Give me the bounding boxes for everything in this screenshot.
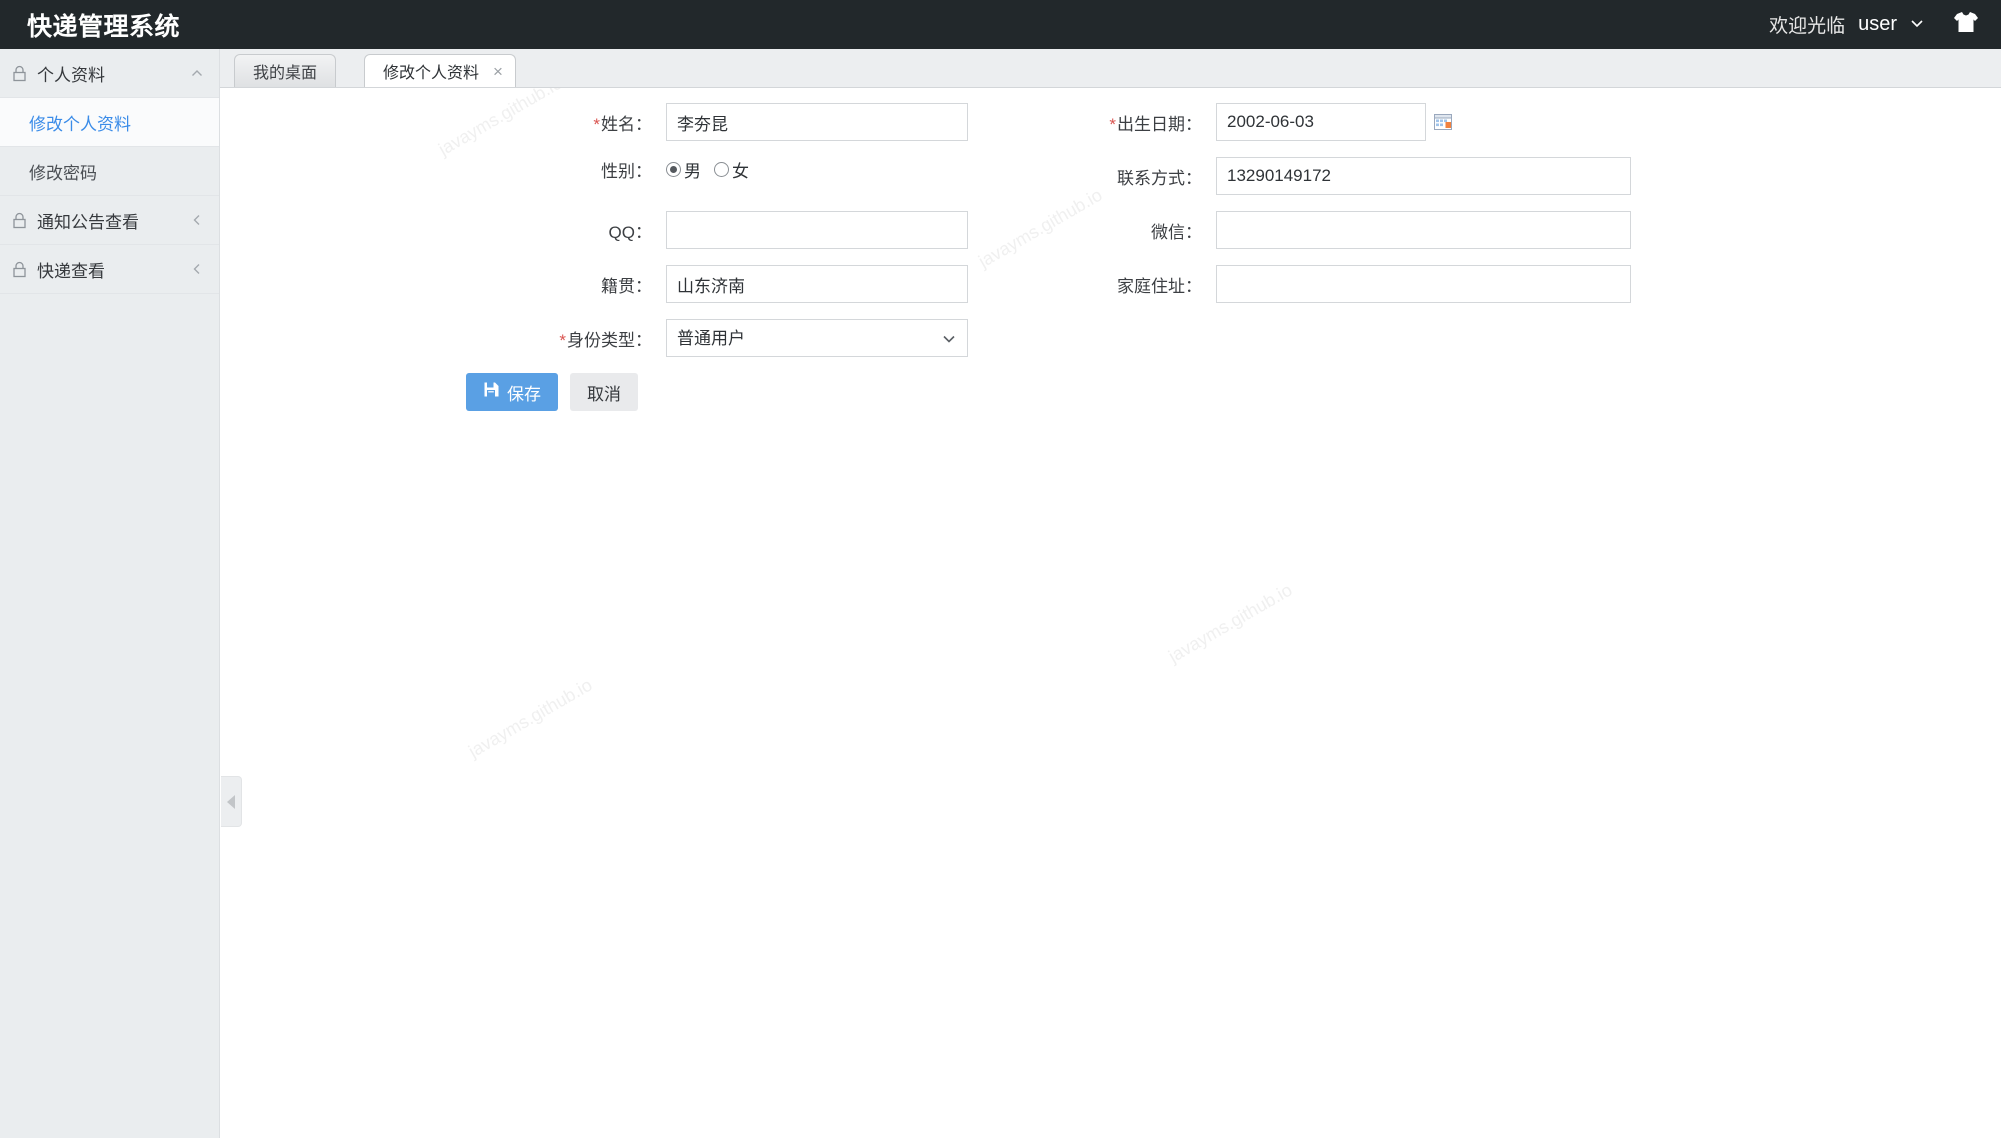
watermark: javayms.github.io [465, 674, 596, 762]
app-brand-title: 快递管理系统 [27, 12, 181, 41]
tab-label: 我的桌面 [253, 65, 318, 82]
hometown-input[interactable] [666, 265, 968, 303]
gender-option-female[interactable]: 女 [714, 157, 749, 182]
top-header-bar: 快递管理系统 欢迎光临 user [0, 0, 2001, 49]
main-content-panel: javayms.github.io javayms.github.io java… [221, 88, 2001, 1138]
welcome-text: 欢迎光临 [1769, 16, 1846, 37]
field-label-gender: 性别： [601, 162, 652, 181]
cancel-button[interactable]: 取消 [570, 373, 638, 411]
tab-bar: 我的桌面 修改个人资料 × [220, 49, 2001, 88]
field-label-address: 家庭住址： [1117, 276, 1202, 296]
gender-option-label: 女 [732, 162, 749, 181]
phone-input[interactable] [1216, 157, 1631, 195]
save-button-label: 保存 [507, 384, 541, 404]
sidebar-group-label: 快递查看 [37, 261, 105, 281]
radio-icon[interactable] [714, 162, 729, 177]
save-button[interactable]: 保存 [466, 373, 558, 411]
user-name-label[interactable]: user [1858, 13, 1897, 36]
sidebar-item-label: 修改密码 [29, 163, 97, 183]
address-input[interactable] [1216, 265, 1631, 303]
radio-icon[interactable] [666, 162, 681, 177]
field-row-gender: 性别： 男 女 [466, 157, 758, 182]
form-actions: 保存 取消 [466, 373, 638, 411]
gender-radio-group: 男 女 [666, 157, 758, 182]
sidebar-collapse-handle[interactable] [221, 776, 242, 827]
field-label-birthday: *出生日期： [1016, 110, 1216, 135]
label-text: 身份类型： [567, 330, 652, 350]
field-row-identity-type: *身份类型： 普通用户 [466, 319, 968, 357]
field-label-hometown: 籍贯： [601, 276, 652, 296]
lock-icon [11, 212, 28, 229]
birthday-field-wrap [1216, 103, 1452, 141]
close-icon[interactable]: × [493, 63, 503, 80]
lock-icon [11, 65, 28, 82]
wechat-input[interactable] [1216, 211, 1631, 249]
field-row-phone: 联系方式： [1016, 157, 1631, 195]
field-row-name: *姓名： [466, 103, 968, 141]
chevron-down-icon[interactable] [1910, 16, 1924, 30]
shirt-icon[interactable] [1953, 11, 1979, 38]
label-text: 姓名： [601, 114, 652, 134]
identity-type-select-wrap: 普通用户 [666, 319, 968, 357]
tab-my-desktop[interactable]: 我的桌面 [234, 54, 337, 87]
sidebar-item-label: 修改个人资料 [29, 114, 131, 134]
sidebar-group-notices[interactable]: 通知公告查看 [0, 196, 219, 245]
sidebar-nav: 个人资料 修改个人资料 修改密码 通知公告查看 快递查看 [0, 49, 220, 1138]
sidebar-group-label: 通知公告查看 [37, 212, 139, 232]
sidebar-item-change-password[interactable]: 修改密码 [0, 147, 219, 196]
watermark: javayms.github.io [1165, 579, 1296, 667]
field-label-identity-type: *身份类型： [466, 326, 666, 351]
sidebar-group-label: 个人资料 [37, 65, 105, 85]
name-input[interactable] [666, 103, 968, 141]
field-label-name: *姓名： [466, 110, 666, 135]
field-row-wechat: 微信： [1016, 211, 1631, 249]
field-row-hometown: 籍贯： [466, 265, 968, 303]
required-marker: * [559, 330, 566, 350]
triangle-left-icon [226, 794, 235, 809]
chevron-left-icon[interactable] [189, 212, 205, 228]
birthday-input[interactable] [1216, 103, 1426, 141]
label-text: 出生日期： [1117, 114, 1202, 134]
tab-label: 修改个人资料 [383, 65, 480, 82]
calendar-icon[interactable] [1434, 114, 1452, 130]
required-marker: * [593, 114, 600, 134]
tab-edit-profile[interactable]: 修改个人资料 × [364, 54, 516, 87]
lock-icon [11, 261, 28, 278]
field-row-qq: QQ： [466, 211, 968, 249]
required-marker: * [1109, 114, 1116, 134]
cancel-button-label: 取消 [587, 384, 621, 404]
chevron-up-icon[interactable] [189, 65, 205, 81]
chevron-left-icon[interactable] [189, 261, 205, 277]
field-label-qq: QQ： [608, 222, 652, 242]
field-label-wechat: 微信： [1151, 222, 1202, 242]
field-label-phone: 联系方式： [1117, 168, 1202, 188]
save-icon [483, 381, 500, 403]
identity-type-select[interactable]: 普通用户 [666, 319, 968, 357]
sidebar-group-express[interactable]: 快递查看 [0, 245, 219, 294]
qq-input[interactable] [666, 211, 968, 249]
sidebar-item-edit-profile[interactable]: 修改个人资料 [0, 98, 219, 147]
header-user-area: 欢迎光临 user [1769, 11, 1979, 38]
field-row-address: 家庭住址： [1016, 265, 1631, 303]
gender-option-male[interactable]: 男 [666, 157, 701, 182]
profile-form: *姓名： 性别： 男 女 QQ： 籍贯： [221, 88, 2001, 411]
gender-option-label: 男 [684, 162, 701, 181]
sidebar-group-profile[interactable]: 个人资料 [0, 49, 219, 98]
field-row-birthday: *出生日期： [1016, 103, 1452, 141]
